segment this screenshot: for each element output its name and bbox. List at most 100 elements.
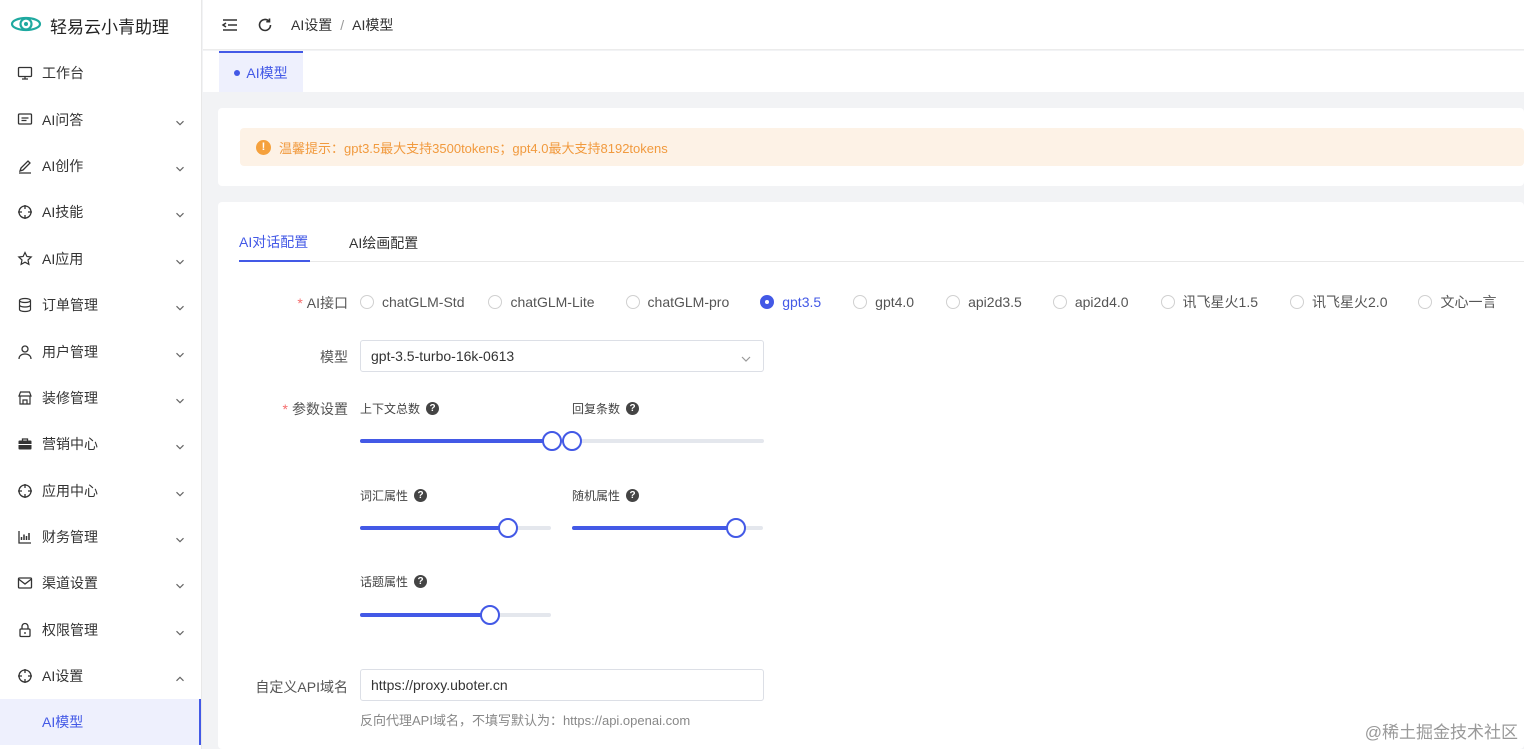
slider-thumb[interactable] xyxy=(725,518,746,538)
tab-draw-config[interactable]: AI绘画配置 xyxy=(349,224,418,262)
chevron-down-icon xyxy=(175,532,185,543)
sidebar-item-6[interactable]: 用户管理 xyxy=(0,328,201,374)
params-label: * 参数设置 xyxy=(282,401,348,417)
slider-fill xyxy=(572,526,736,530)
pen-icon xyxy=(17,158,33,174)
sidebar-item-label: 应用中心 xyxy=(42,482,98,499)
help-icon[interactable]: ? xyxy=(426,402,440,415)
slider-fill xyxy=(360,526,508,530)
tab-chat-config[interactable]: AI对话配置 xyxy=(239,224,310,262)
radio-option[interactable]: 讯飞星火2.0 xyxy=(1290,292,1387,312)
radio-option[interactable]: api2d4.0 xyxy=(1052,294,1129,310)
radio-option[interactable]: chatGLM-Std xyxy=(360,294,464,310)
sidebar-item-9[interactable]: 应用中心 xyxy=(0,468,201,514)
sidebar-item-7[interactable]: 装修管理 xyxy=(0,375,201,421)
help-icon[interactable]: ? xyxy=(626,402,640,415)
page-tab-label: AI模型 xyxy=(246,64,288,81)
radio-option[interactable]: gpt3.5 xyxy=(760,294,821,310)
sidebar-item-11[interactable]: 渠道设置 xyxy=(0,560,201,606)
sidebar-item-label: 用户管理 xyxy=(42,343,98,360)
radio-option[interactable]: chatGLM-pro xyxy=(625,294,730,310)
param-label-reply: 回复条数? xyxy=(572,400,640,417)
radio-label: chatGLM-pro xyxy=(647,294,730,310)
sidebar-item-8[interactable]: 营销中心 xyxy=(0,421,201,467)
slider-thumb[interactable] xyxy=(497,518,518,538)
sidebar-item-3[interactable]: AI技能 xyxy=(0,189,201,235)
radio-circle-icon xyxy=(1052,295,1067,309)
sidebar-item-label: AI问答 xyxy=(42,111,84,128)
radio-circle-icon xyxy=(1290,295,1305,309)
chevron-down-icon xyxy=(175,300,185,311)
slider-thumb-context[interactable] xyxy=(542,431,563,451)
chevron-down-icon xyxy=(175,625,185,636)
sidebar-item-4[interactable]: AI应用 xyxy=(0,236,201,282)
chevron-down-icon xyxy=(175,486,185,497)
radio-label: chatGLM-Lite xyxy=(510,294,595,310)
slider-params-combined xyxy=(360,431,764,451)
radio-circle-icon xyxy=(1418,295,1433,309)
sidebar-item-label: 工作台 xyxy=(42,65,84,82)
radio-option[interactable]: chatGLM-Lite xyxy=(488,294,595,310)
radio-circle-icon xyxy=(488,295,503,309)
user-icon xyxy=(17,344,33,360)
chart-icon xyxy=(17,529,33,545)
radio-option[interactable]: gpt4.0 xyxy=(853,294,914,310)
warning-alert: ! 温馨提示：gpt3.5最大支持3500tokens；gpt4.0最大支持81… xyxy=(240,128,1524,166)
slider-fill-context xyxy=(360,439,553,443)
radio-option[interactable]: 讯飞星火1.5 xyxy=(1160,292,1258,312)
radio-circle-icon xyxy=(360,295,374,309)
chevron-down-icon xyxy=(741,351,751,362)
sidebar-item-10[interactable]: 财务管理 xyxy=(0,514,201,560)
breadcrumb-item-ai-model: AI模型 xyxy=(352,16,394,33)
sidebar-item-13[interactable]: AI设置 xyxy=(0,653,201,699)
sidebar-item-label: 营销中心 xyxy=(42,436,98,453)
chevron-down-icon xyxy=(175,161,185,172)
menu-fold-icon[interactable] xyxy=(221,16,239,34)
radio-label: gpt4.0 xyxy=(875,294,915,310)
model-select[interactable]: gpt-3.5-turbo-16k-0613 xyxy=(360,340,764,372)
page-tabs-bar: AI模型 xyxy=(203,51,1524,92)
slider-random[interactable] xyxy=(572,518,763,538)
param-label-context: 上下文总数? xyxy=(360,400,440,417)
slider-vocab[interactable] xyxy=(360,518,551,538)
target-icon xyxy=(17,668,33,684)
chevron-down-icon xyxy=(175,207,185,218)
help-icon[interactable]: ? xyxy=(414,489,428,502)
sidebar-item-0[interactable]: 工作台 xyxy=(0,50,201,96)
breadcrumb: AI设置 / AI模型 xyxy=(291,15,393,35)
radio-circle-icon xyxy=(625,295,640,309)
chevron-down-icon xyxy=(175,439,185,450)
api-label: * AI接口 xyxy=(297,295,348,311)
sidebar-menu: 工作台 AI问答 AI创作 AI技能 AI应用 订单管理用户管理装修管理营销中心应用中心财… xyxy=(0,50,201,699)
help-icon[interactable]: ? xyxy=(626,489,640,502)
shop-icon xyxy=(17,390,33,406)
slider-thumb-reply[interactable] xyxy=(562,431,583,451)
chevron-down-icon xyxy=(175,578,185,590)
api-domain-hint: 反向代理API域名，不填写默认为：https://api.openai.com xyxy=(360,713,691,728)
sidebar: 轻易云小青助理 工作台 AI问答 AI创作 AI技能 AI应用 订单管理用户管理装修管理营… xyxy=(0,0,202,749)
radio-option[interactable]: 文心一言 xyxy=(1418,292,1496,312)
refresh-icon[interactable] xyxy=(256,16,274,34)
radio-circle-icon xyxy=(946,295,961,309)
slider-thumb[interactable] xyxy=(479,605,500,625)
lock-icon xyxy=(17,622,33,638)
chevron-down-icon xyxy=(175,347,185,358)
chevron-down-icon xyxy=(175,254,185,265)
slider-topic[interactable] xyxy=(360,605,551,625)
sidebar-item-5[interactable]: 订单管理 xyxy=(0,282,201,328)
sidebar-item-2[interactable]: AI创作 xyxy=(0,143,201,189)
api-domain-input[interactable]: https://proxy.uboter.cn xyxy=(360,669,764,701)
sidebar-item-1[interactable]: AI问答 xyxy=(0,96,201,142)
breadcrumb-item-ai-settings[interactable]: AI设置 xyxy=(291,15,332,35)
app-logo[interactable]: 轻易云小青助理 xyxy=(0,0,201,50)
help-icon[interactable]: ? xyxy=(414,575,428,588)
radio-option[interactable]: api2d3.5 xyxy=(946,294,1022,310)
sidebar-subitem-ai-model[interactable]: AI模型 xyxy=(0,699,201,746)
app-name: 轻易云小青助理 xyxy=(50,17,169,37)
page-tab-ai-model[interactable]: AI模型 xyxy=(219,51,303,92)
sidebar-item-12[interactable]: 权限管理 xyxy=(0,607,201,653)
radio-label: 文心一言 xyxy=(1440,294,1497,310)
model-label: 模型 xyxy=(320,349,348,365)
param-label-topic: 话题属性? xyxy=(360,573,428,590)
radio-circle-icon xyxy=(1160,295,1175,309)
